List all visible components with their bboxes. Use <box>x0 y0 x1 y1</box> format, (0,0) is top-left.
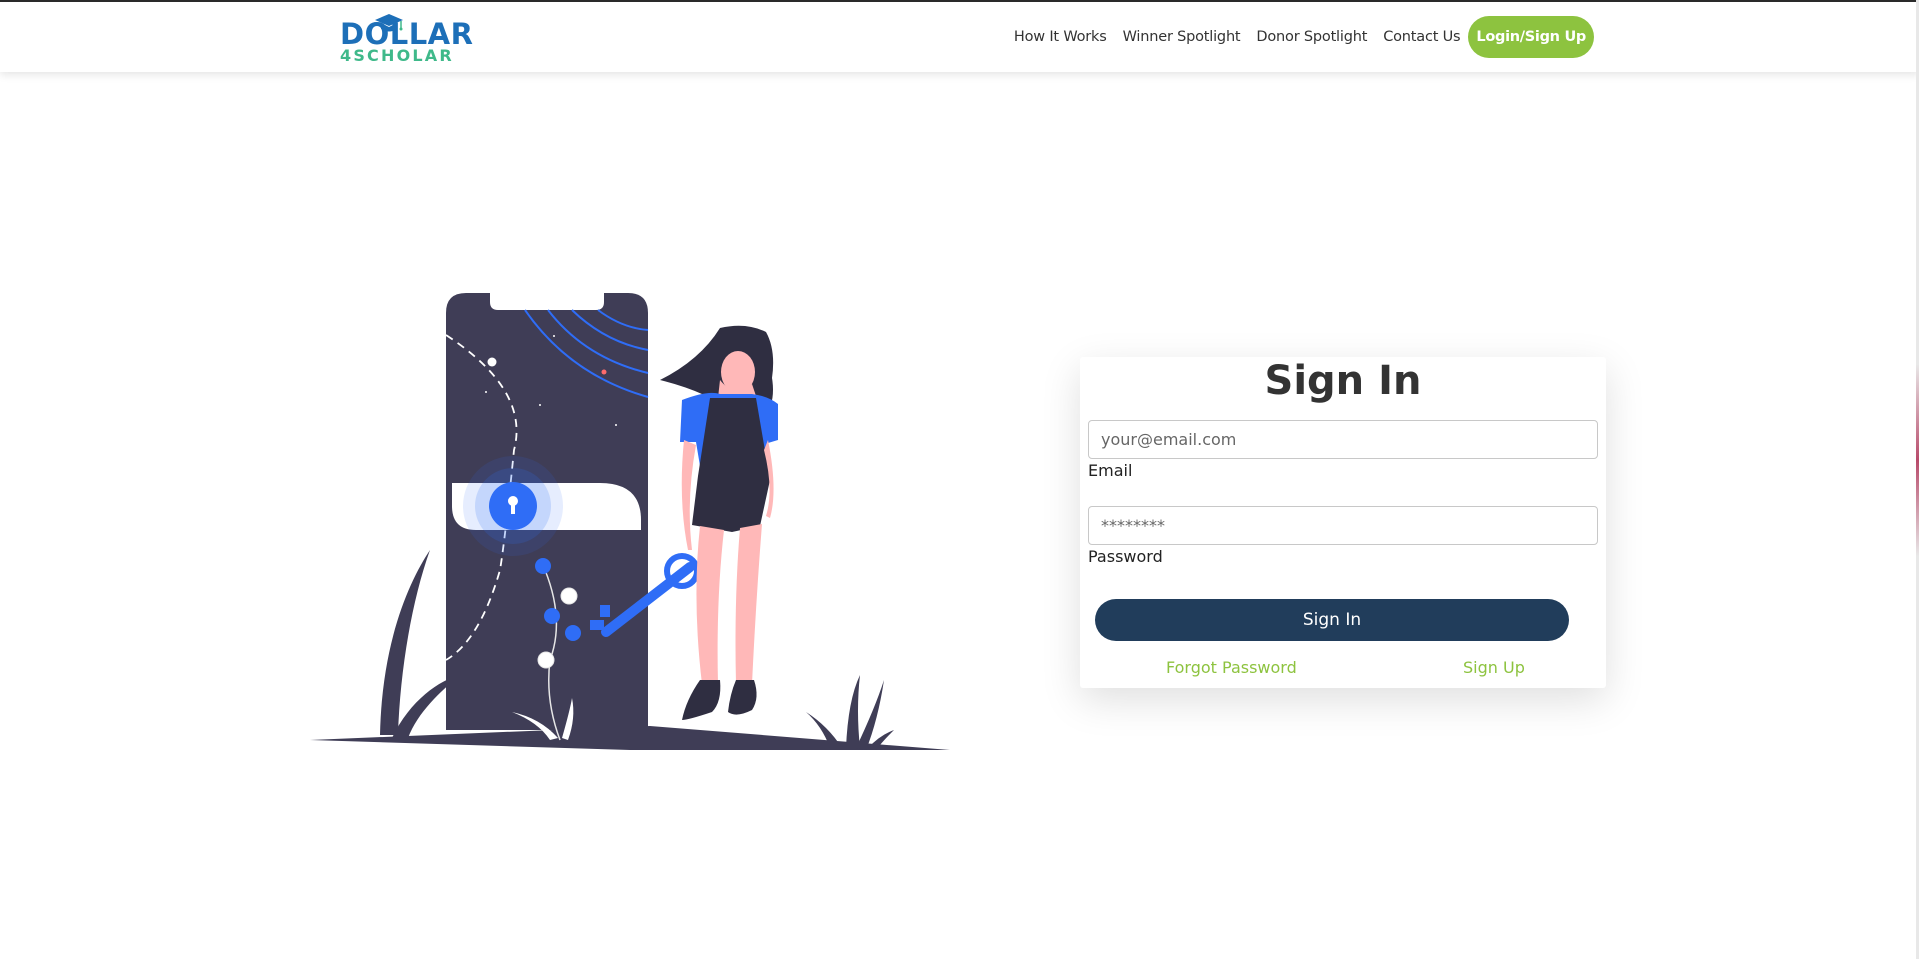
signup-link[interactable]: Sign Up <box>1463 658 1525 677</box>
main-nav: How It Works Winner Spotlight Donor Spot… <box>1014 16 1594 58</box>
email-label: Email <box>1088 461 1133 480</box>
password-label: Password <box>1088 547 1163 566</box>
logo-text-4scholar: 4SCHOLAR <box>340 46 454 65</box>
signin-button[interactable]: Sign In <box>1095 599 1569 641</box>
nav-donor-spotlight[interactable]: Donor Spotlight <box>1256 29 1367 45</box>
password-input[interactable] <box>1088 506 1598 545</box>
signin-title: Sign In <box>1264 358 1422 404</box>
login-signup-button[interactable]: Login/Sign Up <box>1468 16 1594 58</box>
keyhole-lock-icon <box>463 456 563 556</box>
nav-how-it-works[interactable]: How It Works <box>1014 29 1107 45</box>
nav-winner-spotlight[interactable]: Winner Spotlight <box>1123 29 1241 45</box>
phone-notch <box>490 293 604 310</box>
logo-text-dollar: DOLLAR <box>340 17 474 51</box>
nav-contact-us[interactable]: Contact Us <box>1383 29 1460 45</box>
brand-logo[interactable]: DOLLAR 4SCHOLAR <box>340 12 473 65</box>
unlock-illustration <box>310 293 950 750</box>
email-input[interactable] <box>1088 420 1598 459</box>
grass-blade-right <box>846 675 860 748</box>
signin-card: Sign In Email Password Sign In Forgot Pa… <box>1080 357 1606 688</box>
woman-figure <box>660 325 778 720</box>
navbar: DOLLAR 4SCHOLAR How It Works Winner Spot… <box>0 2 1919 72</box>
forgot-password-link[interactable]: Forgot Password <box>1166 658 1297 677</box>
